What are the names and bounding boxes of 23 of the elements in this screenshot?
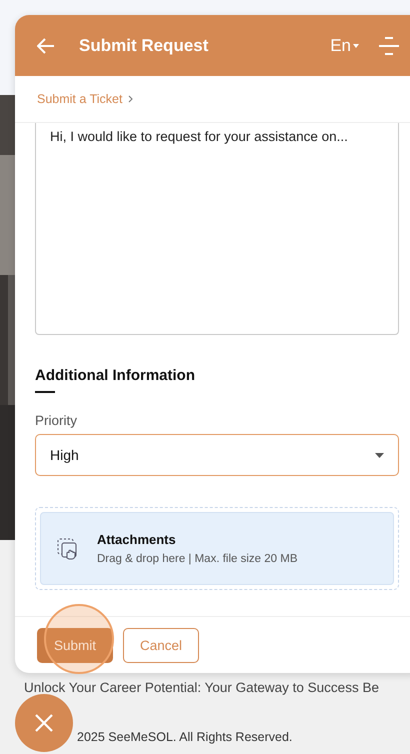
attachments-title: Attachments: [97, 532, 177, 547]
caret-icon: [375, 452, 384, 458]
tagline-text: Unlock Your Career Potential: Your Gateway to Success Be: [24, 680, 380, 695]
section-heading: Additional Information: [35, 367, 196, 384]
menu-button[interactable]: [379, 36, 399, 54]
drop-zone[interactable]: Attachments Drag & drop here | Max. file size 20 MB: [35, 507, 399, 590]
priority-select[interactable]: High: [35, 434, 399, 476]
attachments-hint: Drag & drop here | Max. file size 20 MB: [97, 553, 298, 565]
copyright-text: 2025 SeeMeSOL. All Rights Reserved.: [77, 730, 294, 744]
page-title: Submit Request: [79, 36, 210, 56]
chevron-icon: [128, 95, 134, 103]
breadcrumb-link[interactable]: Submit a Ticket: [37, 92, 122, 106]
close-icon: [35, 714, 53, 732]
cancel-button[interactable]: Cancel: [123, 628, 200, 662]
language-selector[interactable]: En: [330, 36, 359, 56]
submit-button[interactable]: Submit: [37, 628, 114, 662]
message-field[interactable]: Hi, I would like to request for your assistance on...: [35, 123, 399, 335]
back-button[interactable]: [37, 38, 55, 54]
menu-icon: [379, 36, 399, 54]
priority-label: Priority: [35, 413, 78, 428]
drag-drop-icon: [57, 538, 79, 560]
back-arrow-icon: [37, 38, 55, 54]
caret-icon: [353, 44, 359, 48]
